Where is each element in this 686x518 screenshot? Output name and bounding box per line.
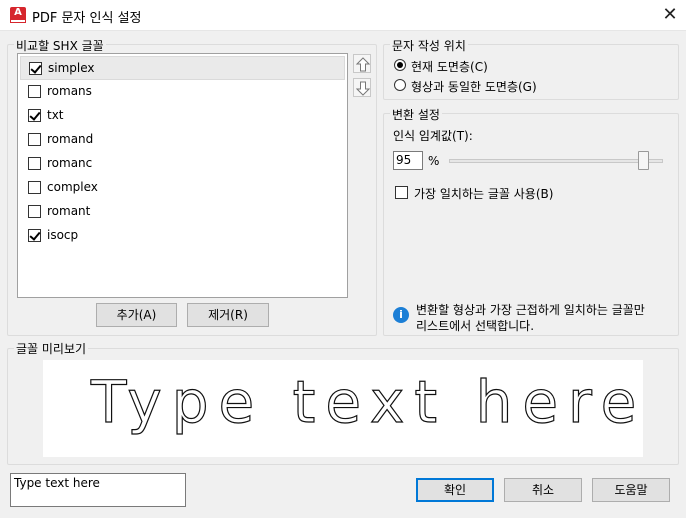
move-down-button[interactable] [353,78,371,97]
font-name: isocp [47,228,79,242]
sample-text-input[interactable]: Type text here [10,473,186,507]
font-list-item[interactable]: romand [20,128,345,152]
font-list-item[interactable]: isocp [20,224,345,248]
close-button[interactable]: ✕ [654,0,686,31]
font-list-item[interactable]: txt [20,104,345,128]
font-checkbox[interactable] [28,133,41,146]
font-checkbox[interactable] [28,157,41,170]
font-name: romant [47,204,91,218]
font-list-item[interactable]: romanc [20,152,345,176]
same-layer-as-geometry-label[interactable]: 형상과 동일한 도면층(G) [411,78,537,95]
font-checkbox[interactable] [29,62,42,75]
font-checkbox[interactable] [28,229,41,242]
info-text-line2: 리스트에서 선택합니다. [416,319,535,333]
font-name: txt [47,108,64,122]
best-match-label[interactable]: 가장 일치하는 글꼴 사용(B) [414,185,553,202]
font-preview-canvas: Type text here [89,367,643,436]
font-list-item[interactable]: romans [20,80,345,104]
conversion-settings-group-label: 변환 설정 [390,106,442,123]
font-checkbox[interactable] [28,181,41,194]
font-name: romans [47,84,92,98]
font-name: romanc [47,156,93,170]
preview-sample-text: Type text here [90,368,643,436]
move-up-button[interactable] [353,54,371,73]
arrow-down-icon [356,81,370,96]
font-list-item[interactable]: simplex [20,56,345,80]
threshold-label: 인식 임계값(T): [393,129,473,143]
font-name: romand [47,132,94,146]
font-preview-group-label: 글꼴 미리보기 [14,340,89,357]
info-icon: i [393,307,409,323]
font-name: complex [47,180,98,194]
font-checkbox[interactable] [28,205,41,218]
best-match-checkbox[interactable] [395,186,408,199]
add-font-button[interactable]: 추가(A) [96,303,177,327]
threshold-slider[interactable] [449,159,663,163]
same-layer-as-geometry-radio[interactable] [394,79,406,91]
threshold-slider-thumb[interactable] [638,151,650,170]
ok-button[interactable]: 확인 [416,478,494,502]
current-layer-radio[interactable] [394,59,406,71]
current-layer-label[interactable]: 현재 도면층(C) [411,58,488,75]
threshold-unit: % [428,154,440,168]
text-position-group-label: 문자 작성 위치 [390,37,468,54]
help-button[interactable]: 도움말 [592,478,670,502]
font-checkbox[interactable] [28,109,41,122]
remove-font-button[interactable]: 제거(R) [187,303,269,327]
shx-font-list[interactable]: simplex romans txt romand romanc complex roman… [17,53,348,298]
autocad-app-icon: A [10,7,26,23]
title-bar: A PDF 문자 인식 설정 ✕ [0,0,686,31]
font-list-item[interactable]: complex [20,176,345,200]
font-list-item[interactable]: romant [20,200,345,224]
font-checkbox[interactable] [28,85,41,98]
font-name: simplex [48,61,95,75]
arrow-up-icon [356,57,370,72]
font-preview-area: Type text here [43,360,643,457]
threshold-input[interactable]: 95 [393,151,423,170]
cancel-button[interactable]: 취소 [504,478,582,502]
info-text-line1: 변환할 형상과 가장 근접하게 일치하는 글꼴만 [416,303,645,317]
window-title: PDF 문자 인식 설정 [32,11,142,26]
shx-font-group-label: 비교할 SHX 글꼴 [14,37,106,54]
